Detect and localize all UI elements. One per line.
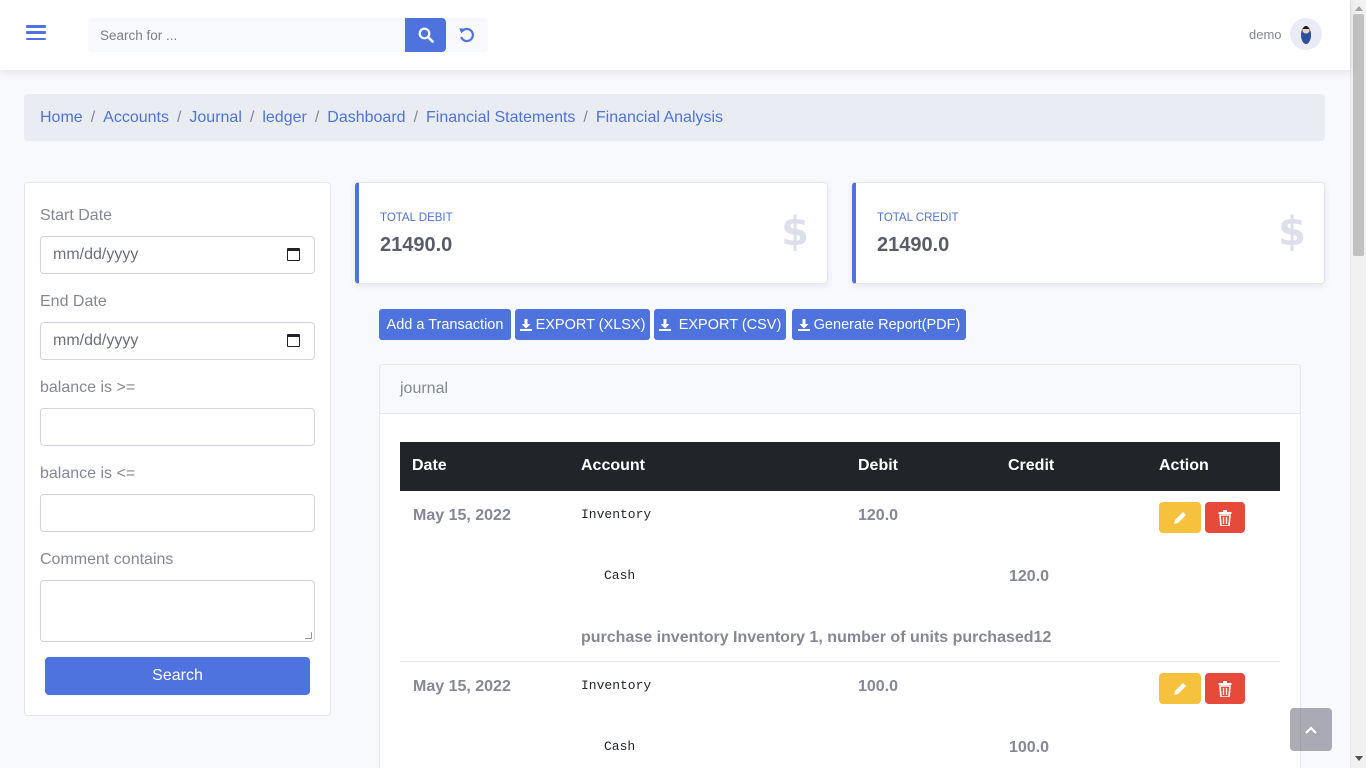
end-date-placeholder: mm/dd/yyyy bbox=[53, 332, 139, 349]
export-xlsx-button[interactable]: EXPORT (XLSX) bbox=[515, 309, 650, 340]
generate-report-label: Generate Report(PDF) bbox=[813, 316, 961, 333]
pencil-icon bbox=[1174, 682, 1186, 695]
end-date-input[interactable]: mm/dd/yyyy bbox=[40, 322, 315, 360]
balance-lte-label: balance is <= bbox=[40, 465, 136, 482]
column-header-action: Action bbox=[1159, 457, 1209, 474]
calendar-icon[interactable] bbox=[287, 248, 300, 261]
export-xlsx-label: EXPORT (XLSX) bbox=[535, 316, 646, 333]
menu-toggle-icon[interactable] bbox=[26, 25, 46, 43]
column-header-account: Account bbox=[581, 457, 645, 474]
total-credit-label: TOTAL CREDIT bbox=[877, 212, 959, 224]
search-input[interactable] bbox=[88, 18, 405, 52]
total-credit-value: 21490.0 bbox=[877, 234, 950, 256]
breadcrumb: Home / Accounts / Journal / ledger / Dashboa… bbox=[24, 94, 1325, 141]
journal-title: journal bbox=[380, 365, 1300, 414]
topbar: demo bbox=[0, 0, 1350, 70]
chevron-up-icon bbox=[1305, 725, 1317, 734]
entry-date: May 15, 2022 bbox=[413, 507, 511, 524]
total-debit-card: TOTAL DEBIT 21490.0 $ bbox=[355, 182, 828, 284]
entry-comment: purchase inventory Inventory 1, number o… bbox=[581, 629, 1052, 646]
balance-lte-input[interactable] bbox=[40, 494, 315, 532]
avatar[interactable] bbox=[1290, 18, 1322, 50]
total-debit-label: TOTAL DEBIT bbox=[380, 212, 453, 224]
scroll-to-top-button[interactable] bbox=[1290, 708, 1332, 751]
download-icon bbox=[658, 318, 671, 331]
reset-button[interactable] bbox=[446, 18, 488, 52]
entry-debit-amount: 120.0 bbox=[858, 507, 899, 524]
entry-credit-account: Cash bbox=[604, 568, 636, 583]
start-date-placeholder: mm/dd/yyyy bbox=[53, 246, 139, 263]
resize-handle-icon[interactable] bbox=[305, 632, 312, 639]
breadcrumb-home[interactable]: Home bbox=[40, 109, 83, 127]
add-transaction-label: Add a Transaction bbox=[386, 316, 504, 333]
entry-debit-amount: 100.0 bbox=[858, 678, 899, 695]
total-debit-value: 21490.0 bbox=[380, 234, 453, 256]
row-divider bbox=[400, 661, 1280, 662]
start-date-input[interactable]: mm/dd/yyyy bbox=[40, 236, 315, 274]
dollar-icon: $ bbox=[781, 209, 809, 255]
column-header-date: Date bbox=[412, 457, 447, 474]
balance-gte-label: balance is >= bbox=[40, 379, 136, 396]
edit-button[interactable] bbox=[1159, 673, 1201, 704]
breadcrumb-financial-analysis[interactable]: Financial Analysis bbox=[596, 109, 723, 127]
balance-gte-input[interactable] bbox=[40, 408, 315, 446]
page-scrollbar[interactable] bbox=[1350, 0, 1366, 768]
generate-report-button[interactable]: Generate Report(PDF) bbox=[792, 309, 966, 340]
breadcrumb-journal[interactable]: Journal bbox=[189, 109, 241, 127]
entry-credit-amount: 120.0 bbox=[1009, 568, 1050, 585]
column-header-credit: Credit bbox=[1008, 457, 1055, 474]
entry-credit-account: Cash bbox=[604, 739, 636, 754]
undo-icon bbox=[459, 27, 474, 43]
entry-debit-account: Inventory bbox=[581, 507, 652, 522]
journal-card: journal Date Account Debit Credit Action… bbox=[379, 364, 1301, 768]
download-icon bbox=[797, 318, 810, 331]
delete-button[interactable] bbox=[1205, 502, 1245, 533]
search-button[interactable] bbox=[405, 18, 446, 52]
entry-debit-account: Inventory bbox=[581, 678, 652, 693]
breadcrumb-dashboard[interactable]: Dashboard bbox=[327, 109, 405, 127]
add-transaction-button[interactable]: Add a Transaction bbox=[379, 309, 511, 340]
download-icon bbox=[519, 318, 532, 331]
edit-button[interactable] bbox=[1159, 502, 1201, 533]
trash-icon bbox=[1218, 509, 1232, 526]
column-header-debit: Debit bbox=[858, 457, 898, 474]
trash-icon bbox=[1218, 680, 1232, 697]
filter-search-button[interactable]: Search bbox=[45, 657, 310, 695]
pencil-icon bbox=[1174, 511, 1186, 524]
breadcrumb-financial-statements[interactable]: Financial Statements bbox=[426, 109, 575, 127]
export-csv-button[interactable]: EXPORT (CSV) bbox=[654, 309, 786, 340]
user-name[interactable]: demo bbox=[1249, 27, 1282, 42]
end-date-label: End Date bbox=[40, 293, 107, 310]
start-date-label: Start Date bbox=[40, 207, 113, 224]
breadcrumb-ledger[interactable]: ledger bbox=[262, 109, 306, 127]
entry-date: May 15, 2022 bbox=[413, 678, 511, 695]
breadcrumb-accounts[interactable]: Accounts bbox=[103, 109, 169, 127]
table-header: Date Account Debit Credit Action bbox=[400, 442, 1280, 491]
entry-credit-amount: 100.0 bbox=[1009, 739, 1050, 756]
filter-card: Start Date mm/dd/yyyy End Date mm/dd/yyy… bbox=[24, 182, 331, 716]
export-csv-label: EXPORT (CSV) bbox=[678, 316, 782, 333]
scroll-thumb[interactable] bbox=[1353, 14, 1364, 256]
scroll-down-arrow-icon[interactable] bbox=[1355, 756, 1363, 761]
dollar-icon: $ bbox=[1278, 209, 1306, 255]
scroll-up-arrow-icon[interactable] bbox=[1355, 6, 1363, 11]
delete-button[interactable] bbox=[1205, 673, 1245, 704]
comment-textarea[interactable] bbox=[40, 580, 315, 642]
calendar-icon[interactable] bbox=[287, 334, 300, 347]
comment-label: Comment contains bbox=[40, 551, 174, 568]
total-credit-card: TOTAL CREDIT 21490.0 $ bbox=[852, 182, 1325, 284]
search-icon bbox=[418, 27, 434, 43]
